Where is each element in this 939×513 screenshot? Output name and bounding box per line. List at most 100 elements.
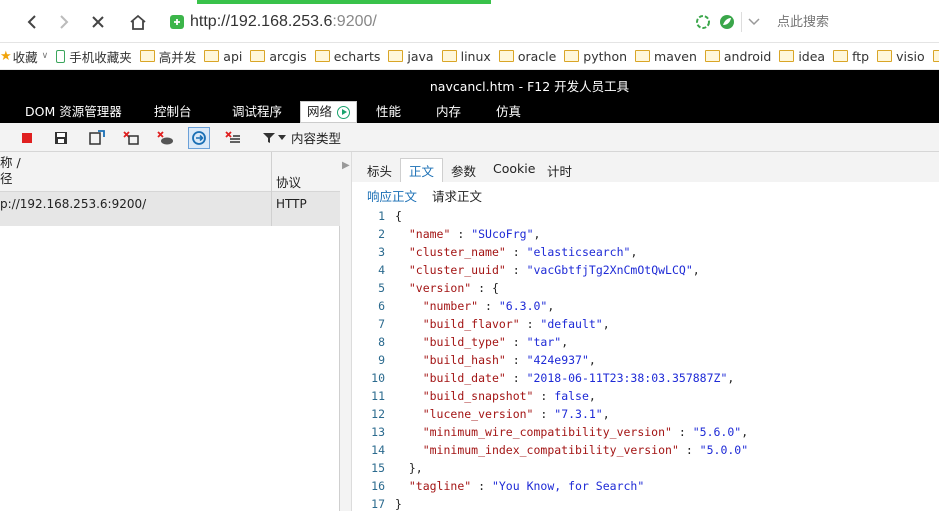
tab-dom-explorer[interactable]: DOM 资源管理器 [25,101,122,123]
json-key: "number" [422,299,479,313]
tab-response-body[interactable]: 响应正文 [367,186,417,205]
json-separator: : [505,263,527,277]
bookmark-高并发[interactable]: 高并发 [139,47,197,66]
bookmark-oracle[interactable]: oracle [498,49,556,64]
bookmark-label: 高并发 [158,49,197,65]
tab-request-body[interactable]: 请求正文 [432,186,482,205]
json-value: "default" [540,317,603,331]
clear-cache-button[interactable] [222,127,244,149]
tab-network[interactable]: 网络 [300,101,358,123]
home-button[interactable] [126,10,150,34]
stop-button[interactable] [86,10,110,34]
bookmark-api[interactable]: api [204,49,242,64]
tab-cookies[interactable]: Cookie [493,161,535,176]
save-button[interactable] [50,127,72,149]
json-punct: , [692,263,700,277]
json-key: "name" [408,227,451,241]
import-icon [89,130,105,145]
request-list-header: 称 / 径 协议 [0,152,340,192]
bookmark-label: 收藏 [12,49,38,65]
content-type-filter[interactable]: 内容类型 [262,128,341,147]
compat-mode-icon[interactable] [695,14,711,30]
bookmark-label: visio [896,48,925,64]
ie-leaf-icon[interactable] [719,14,735,30]
bookmark-python[interactable]: python [564,49,627,64]
tab-memory[interactable]: 内存 [436,101,461,123]
folder-icon [877,50,893,62]
line-number: 4 [378,263,385,277]
cookie-icon [157,131,173,145]
bookmark-linux[interactable]: linux [441,49,491,64]
back-button[interactable] [20,10,44,34]
line-number: 10 [371,371,385,385]
chevron-down-icon[interactable] [748,17,760,27]
chevron-down-icon[interactable]: ∨ [42,51,49,61]
always-refresh-button[interactable] [188,127,210,149]
json-key: "minimum_index_compatibility_version" [422,443,679,457]
json-separator: : [671,425,693,439]
json-separator: : [533,389,555,403]
bookmark-java[interactable]: java [388,49,434,64]
json-key: "lucene_version" [422,407,534,421]
bookmark-arcgis[interactable]: arcgis [250,49,307,64]
json-punct: , [588,389,596,403]
column-name-header[interactable]: 称 / 径 [0,155,21,187]
tab-debugger[interactable]: 调试程序 [232,101,282,123]
json-key: "cluster_name" [408,245,506,259]
bookmark-maven[interactable]: maven [635,49,697,64]
chevron-right-icon[interactable]: ▶ [342,160,350,171]
stop-square-icon [22,133,32,143]
clear-entries-button[interactable] [120,127,142,149]
json-value: "6.3.0" [498,299,548,313]
response-body-viewer: 1{2 "name" : "SUcoFrg", 3 "cluster_name" … [352,205,939,511]
tab-console[interactable]: 控制台 [154,101,192,123]
bookmark-eclipse[interactable]: eclipse [932,49,939,64]
json-key: "build_type" [422,335,506,349]
bookmark-ftp[interactable]: ftp [833,49,869,64]
back-arrow-icon [27,15,36,29]
json-value: "424e937" [526,353,589,367]
import-button[interactable] [86,127,108,149]
bookmark-label: ftp [852,48,870,64]
tab-performance[interactable]: 性能 [376,101,401,123]
column-name-line1: 称 / [0,155,21,170]
tab-emulation[interactable]: 仿真 [496,101,521,123]
json-key: "cluster_uuid" [408,263,506,277]
request-protocol: HTTP [276,197,307,211]
table-row[interactable]: p://192.168.253.6:9200/ HTTP [0,192,340,226]
tab-parameters[interactable]: 参数 [451,161,476,180]
tab-headers[interactable]: 标头 [367,161,392,180]
code-line: 8 "build_type" : "tar", [352,333,568,351]
line-number: 17 [371,497,385,511]
bookmark-idea[interactable]: idea [779,49,825,64]
json-punct: , [602,407,610,421]
tab-network-label: 网络 [307,104,333,119]
filter-icon [263,132,275,143]
clear-cookies-button[interactable] [154,127,176,149]
tab-body[interactable]: 正文 [400,158,444,182]
tab-timings[interactable]: 计时 [547,161,572,180]
close-icon [92,16,104,28]
bookmark-echarts[interactable]: echarts [314,49,380,64]
line-number: 1 [378,209,385,223]
folder-icon [314,50,330,62]
bookmark-手机收藏夹[interactable]: 手机收藏夹 [56,47,132,66]
column-protocol-header[interactable]: 协议 [276,172,301,191]
folder-icon [441,50,457,62]
bookmark-android[interactable]: android [704,49,771,64]
json-separator: : [505,371,527,385]
stop-recording-button[interactable] [16,127,38,149]
pane-splitter[interactable]: ▶ [340,152,352,511]
bookmark-visio[interactable]: visio [877,49,925,64]
json-value: "You Know, for Search" [491,479,645,493]
column-divider[interactable] [271,152,272,192]
json-value: "tar" [526,335,562,349]
line-number: 15 [371,461,385,475]
bookmark-收藏[interactable]: ★ 收藏 ∨ [0,47,48,66]
line-number: 3 [378,245,385,259]
forward-button[interactable] [52,10,76,34]
search-input[interactable] [765,10,937,34]
code-line: 16 "tagline" : "You Know, for Search" [352,477,644,495]
